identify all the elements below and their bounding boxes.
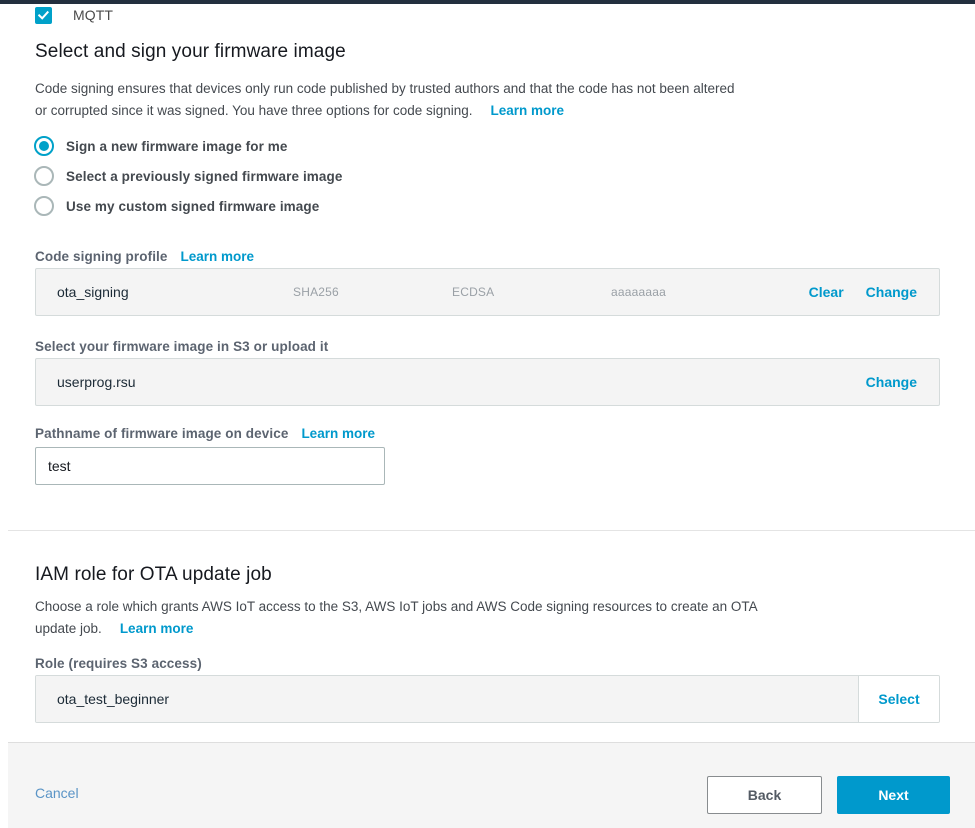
code-signing-profile-change-button[interactable]: Change [866,284,917,300]
code-signing-profile-certificate: aaaaaaaa [611,285,666,299]
pathname-learn-more-link[interactable]: Learn more [301,426,375,441]
radio-option-sign-new-label: Sign a new firmware image for me [66,139,288,154]
role-value-cell: ota_test_beginner [36,676,858,722]
iam-learn-more-link[interactable]: Learn more [120,621,194,636]
role-select-button[interactable]: Select [858,676,939,722]
ota-update-wizard-page: MQTT Select and sign your firmware image… [0,4,975,824]
radio-option-sign-new[interactable]: Sign a new firmware image for me [34,131,342,161]
code-signing-profile-signing-algorithm: ECDSA [452,285,494,299]
radio-option-previously-signed[interactable]: Select a previously signed firmware imag… [34,161,342,191]
role-select-button-label: Select [878,691,919,707]
radio-option-previously-signed-label: Select a previously signed firmware imag… [66,169,342,184]
firmware-section-description-block: Code signing ensures that devices only r… [35,78,755,122]
next-button[interactable]: Next [837,776,950,814]
code-signing-profile-clear-button[interactable]: Clear [809,284,844,300]
back-button[interactable]: Back [707,776,822,814]
firmware-section-title: Select and sign your firmware image [35,40,346,64]
s3-image-change-button[interactable]: Change [866,374,917,390]
cancel-button[interactable]: Cancel [35,785,79,801]
role-selector-row[interactable]: ota_test_beginner Select [35,675,940,723]
wizard-footer: Cancel Back Next [8,742,975,828]
code-signing-profile-label: Code signing profile [35,249,168,264]
s3-image-row[interactable]: userprog.rsu Change [35,358,940,406]
code-signing-profile-learn-more-link[interactable]: Learn more [181,249,255,264]
role-label-row: Role (requires S3 access) [35,655,202,671]
s3-image-value: userprog.rsu [57,374,136,390]
radio-icon-selected[interactable] [34,136,54,156]
code-signing-profile-actions: Clear Change [809,284,917,300]
iam-section-title: IAM role for OTA update job [35,563,272,587]
iam-section-description-block: Choose a role which grants AWS IoT acces… [35,596,795,640]
pathname-label: Pathname of firmware image on device [35,426,288,441]
code-signing-profile-row[interactable]: ota_signing SHA256 ECDSA aaaaaaaa Clear … [35,268,940,316]
firmware-learn-more-link[interactable]: Learn more [491,103,565,118]
check-icon[interactable] [35,7,52,24]
protocol-checkbox-label: MQTT [73,7,113,23]
section-divider [8,530,975,531]
s3-image-label-row: Select your firmware image in S3 or uplo… [35,338,328,354]
code-signing-profile-name: ota_signing [57,284,129,300]
radio-icon-unselected[interactable] [34,166,54,186]
role-value: ota_test_beginner [57,691,169,707]
protocol-checkbox-mqtt[interactable]: MQTT [35,4,113,26]
s3-image-actions: Change [866,374,917,390]
pathname-label-row: Pathname of firmware image on device Lea… [35,426,375,441]
pathname-input[interactable] [35,447,385,485]
radio-option-custom-signed-label: Use my custom signed firmware image [66,199,319,214]
s3-image-label: Select your firmware image in S3 or uplo… [35,339,328,354]
signing-option-radio-group: Sign a new firmware image for me Select … [34,131,342,221]
radio-icon-unselected[interactable] [34,196,54,216]
role-label: Role (requires S3 access) [35,656,202,671]
firmware-section-description: Code signing ensures that devices only r… [35,78,735,122]
iam-section-description: Choose a role which grants AWS IoT acces… [35,596,790,640]
firmware-description-text: Code signing ensures that devices only r… [35,81,734,118]
radio-option-custom-signed[interactable]: Use my custom signed firmware image [34,191,342,221]
code-signing-profile-label-row: Code signing profile Learn more [35,249,254,264]
code-signing-profile-hash-algorithm: SHA256 [293,285,339,299]
